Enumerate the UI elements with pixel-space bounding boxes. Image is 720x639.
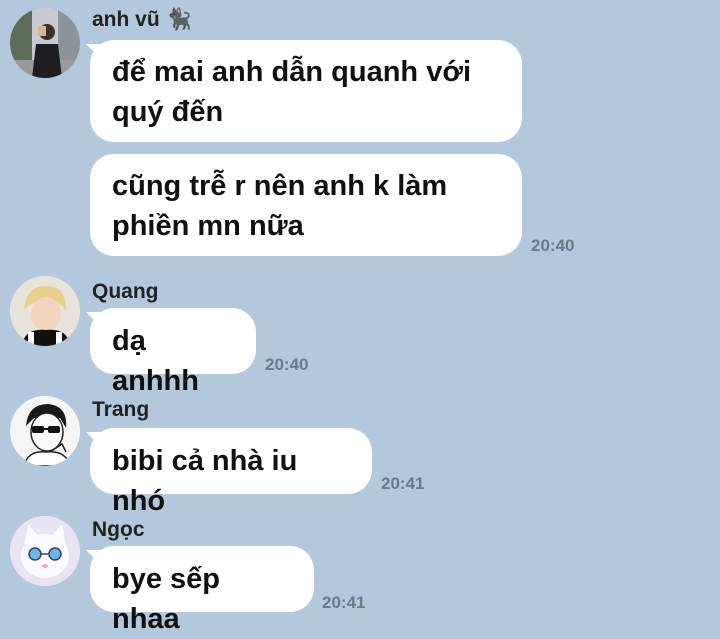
avatar-quang[interactable] [10, 276, 80, 346]
message-timestamp: 20:41 [381, 474, 425, 493]
message-bubble[interactable]: cũng trễ r nên anh k làm phiền mn nữa [90, 154, 522, 256]
sender-name-ngoc: Ngọc [92, 518, 145, 541]
avatar-trang[interactable] [10, 396, 80, 466]
message-bubble[interactable]: bibi cả nhà iu nhó [90, 428, 372, 517]
message-timestamp: 20:40 [265, 355, 309, 374]
avatar-anh-vu[interactable] [10, 8, 80, 78]
sender-name-quang: Quang [92, 280, 159, 303]
avatar-ngoc[interactable] [10, 516, 80, 586]
message-text: để mai anh dẫn quanh với quý đến [112, 56, 472, 128]
sender-name-trang: Trang [92, 398, 150, 421]
cat-sunglasses-avatar-icon [10, 516, 80, 586]
blonde-boy-avatar-icon [10, 276, 80, 346]
message-bubble[interactable]: để mai anh dẫn quanh với quý đến [90, 40, 522, 142]
sender-name-label: anh vũ [92, 8, 160, 31]
message-timestamp: 20:41 [322, 593, 366, 612]
person-photo-avatar-icon [10, 8, 80, 78]
black-cat-emoji-icon: 🐈‍⬛ [165, 8, 192, 31]
message-text: cũng trễ r nên anh k làm phiền mn nữa [112, 170, 448, 242]
message-bubble[interactable]: dạ anhhh [90, 308, 256, 397]
sender-name-anh-vu: anh vũ 🐈‍⬛ [92, 8, 192, 32]
sunglasses-manga-avatar-icon [10, 396, 80, 466]
message-bubble[interactable]: bye sếp nhaa [90, 546, 314, 635]
message-timestamp: 20:40 [531, 236, 575, 255]
message-text: bye sếp nhaa [112, 563, 220, 635]
message-text: bibi cả nhà iu nhó [112, 445, 298, 517]
message-text: dạ anhhh [112, 325, 199, 397]
